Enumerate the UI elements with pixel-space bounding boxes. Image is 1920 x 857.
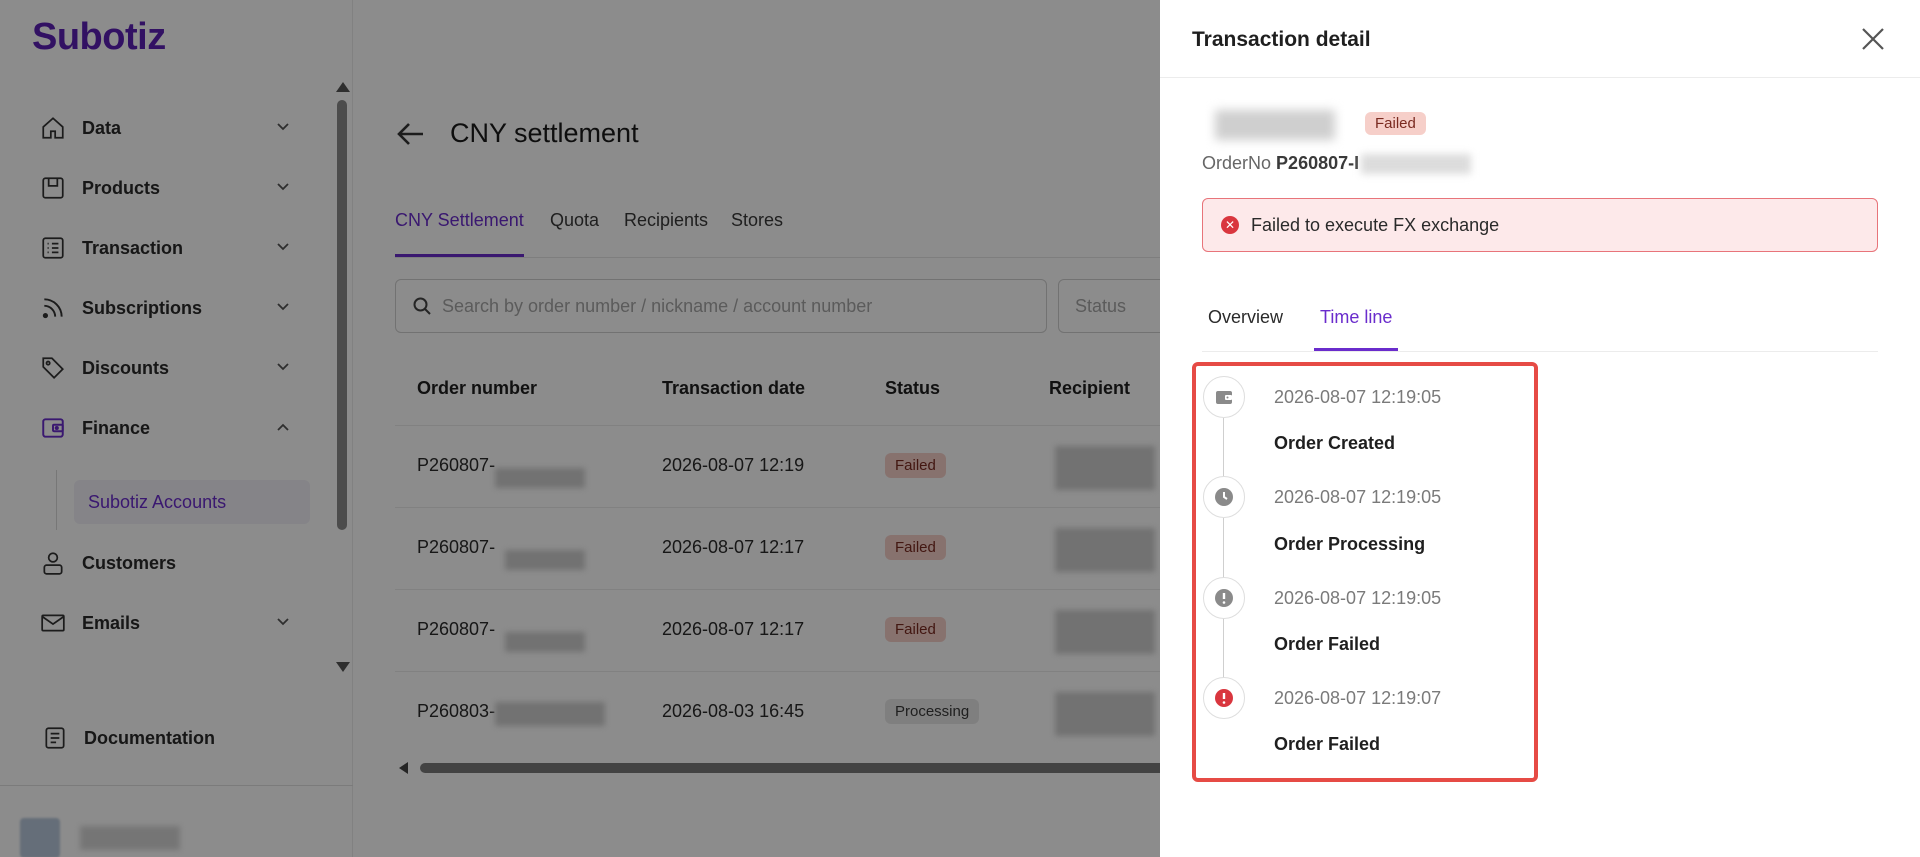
drawer-header-divider (1160, 77, 1920, 78)
timeline-highlight-box (1192, 362, 1538, 782)
timeline-node (1203, 677, 1245, 719)
timeline-label: Order Created (1274, 433, 1396, 453)
order-number-row: OrderNo P260807-I (1202, 153, 1472, 175)
drawer-tabs: Overview Time line (1202, 296, 1878, 352)
timeline-connector (1223, 518, 1224, 578)
tab-time-line[interactable]: Time line (1314, 307, 1399, 351)
wallet-icon (1216, 391, 1232, 404)
status-badge: Failed (1365, 112, 1426, 135)
close-icon[interactable] (1860, 26, 1886, 52)
exclamation-icon (1215, 589, 1233, 607)
error-icon (1215, 689, 1233, 707)
timeline-label: Order Failed (1274, 734, 1381, 754)
order-number-label: OrderNo (1202, 153, 1272, 173)
error-icon: ✕ (1221, 216, 1239, 234)
timeline-label: Order Processing (1274, 534, 1426, 554)
timeline-time: 2026-08-07 12:19:05 (1274, 487, 1442, 507)
modal-backdrop[interactable] (0, 0, 1160, 857)
error-alert: ✕ Failed to execute FX exchange (1202, 198, 1878, 252)
timeline-connector (1223, 418, 1224, 478)
timeline-node (1203, 376, 1245, 418)
redacted-text (1361, 154, 1472, 175)
timeline-label: Order Failed (1274, 634, 1381, 654)
timeline-time: 2026-08-07 12:19:05 (1274, 387, 1442, 407)
timeline-time: 2026-08-07 12:19:05 (1274, 588, 1442, 608)
timeline-node (1203, 476, 1245, 518)
order-number-value: P260807-I (1276, 153, 1360, 173)
drawer-title: Transaction detail (1192, 28, 1371, 51)
redacted-amount (1215, 110, 1335, 140)
clock-icon (1215, 488, 1233, 506)
timeline-time: 2026-08-07 12:19:07 (1274, 688, 1442, 708)
timeline-node (1203, 577, 1245, 619)
alert-message: Failed to execute FX exchange (1251, 214, 1500, 235)
tab-overview[interactable]: Overview (1208, 307, 1283, 351)
timeline-connector (1223, 618, 1224, 678)
